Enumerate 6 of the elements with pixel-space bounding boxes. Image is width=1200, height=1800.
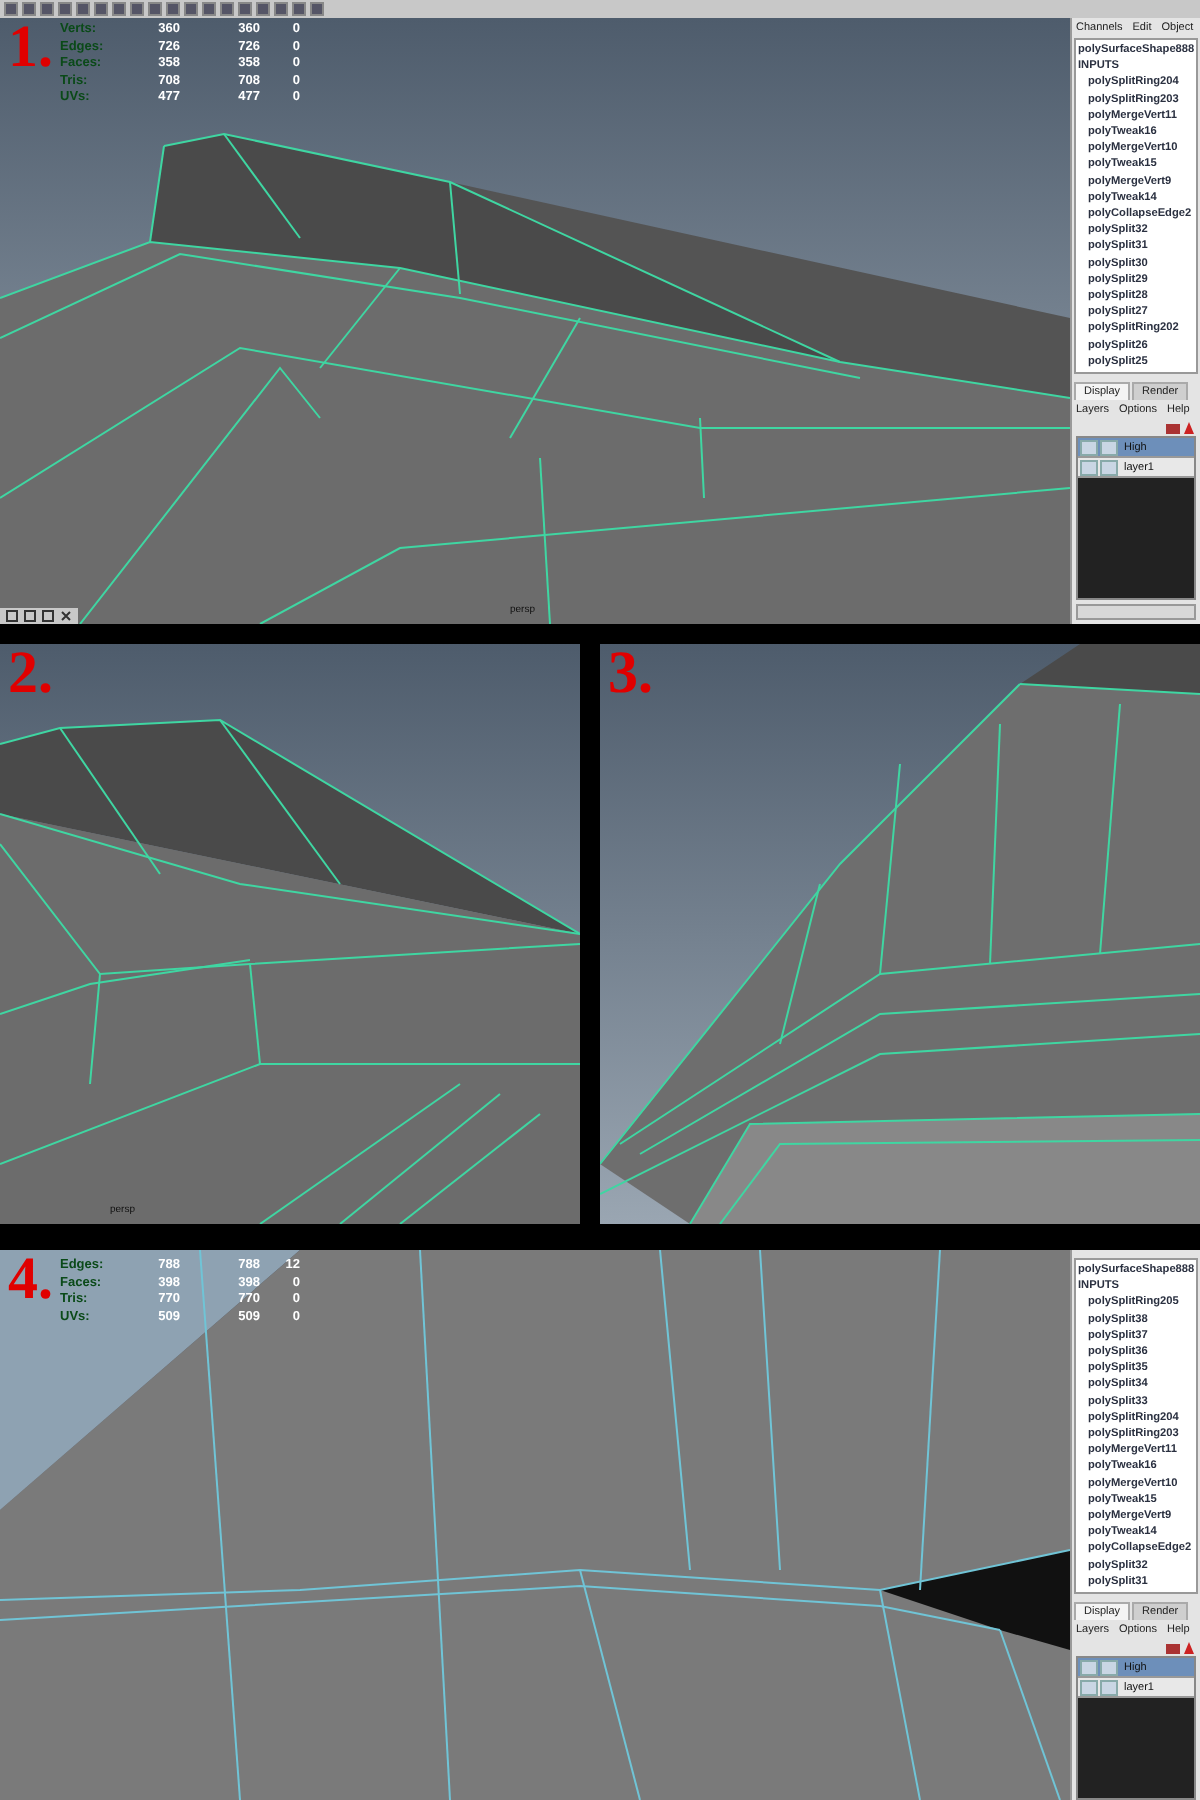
close-icon[interactable] — [60, 610, 72, 622]
step-number: 1. — [8, 18, 53, 78]
step-number: 3. — [608, 644, 653, 704]
step-number: 4. — [8, 1250, 53, 1310]
scrollbar[interactable] — [1076, 604, 1196, 620]
step-number: 2. — [8, 644, 53, 704]
